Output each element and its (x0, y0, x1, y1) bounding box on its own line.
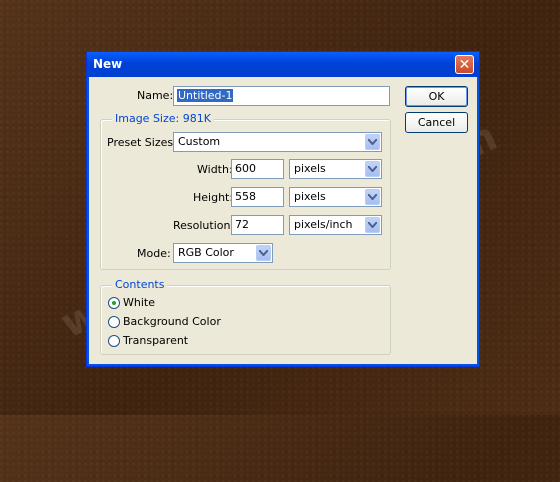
radio-transparent[interactable] (108, 335, 120, 347)
width-field[interactable]: 600 (231, 159, 284, 179)
chevron-down-icon (365, 217, 380, 233)
mode-label: Mode: (137, 247, 171, 260)
dialog-title: New (93, 57, 123, 71)
cancel-button[interactable]: Cancel (405, 112, 468, 133)
chevron-down-icon (365, 134, 380, 150)
height-unit-value: pixels (294, 190, 326, 203)
chevron-down-icon (256, 245, 271, 261)
cancel-button-label: Cancel (417, 116, 456, 129)
mode-value: RGB Color (178, 246, 234, 259)
dialog-titlebar[interactable]: New ✕ (87, 52, 479, 77)
width-unit-select[interactable]: pixels (289, 159, 382, 179)
preset-sizes-value: Custom (178, 135, 221, 148)
name-field[interactable]: Untitled-1 (173, 86, 390, 106)
width-value: 600 (235, 162, 256, 175)
radio-transparent-label[interactable]: Transparent (123, 334, 188, 347)
resolution-unit-value: pixels/inch (294, 218, 353, 231)
resolution-unit-select[interactable]: pixels/inch (289, 215, 382, 235)
radio-white-label[interactable]: White (123, 296, 155, 309)
chevron-down-icon (365, 161, 380, 177)
resolution-label: Resolution: (173, 219, 235, 232)
name-value: Untitled-1 (177, 89, 234, 102)
width-label: Width: (197, 163, 233, 176)
width-unit-value: pixels (294, 162, 326, 175)
name-label: Name: (137, 89, 174, 102)
height-label: Height: (193, 191, 234, 204)
contents-label: Contents (112, 278, 168, 291)
close-button[interactable]: ✕ (455, 55, 474, 74)
resolution-field[interactable]: 72 (231, 215, 284, 235)
preset-sizes-select[interactable]: Custom (173, 132, 382, 152)
radio-background-color-label[interactable]: Background Color (123, 315, 221, 328)
preset-sizes-label: Preset Sizes: (107, 136, 177, 149)
ok-button[interactable]: OK (405, 86, 468, 107)
height-value: 558 (235, 190, 256, 203)
ok-button-label: OK (428, 90, 445, 103)
image-size-label: Image Size: 981K (112, 112, 214, 125)
height-unit-select[interactable]: pixels (289, 187, 382, 207)
radio-white[interactable] (108, 297, 120, 309)
mode-select[interactable]: RGB Color (173, 243, 273, 263)
radio-background-color[interactable] (108, 316, 120, 328)
height-field[interactable]: 558 (231, 187, 284, 207)
close-icon: ✕ (458, 56, 471, 73)
resolution-value: 72 (235, 218, 249, 231)
chevron-down-icon (365, 189, 380, 205)
new-document-dialog: New ✕ Name: Untitled-1 OK Cancel Image S… (86, 51, 480, 367)
